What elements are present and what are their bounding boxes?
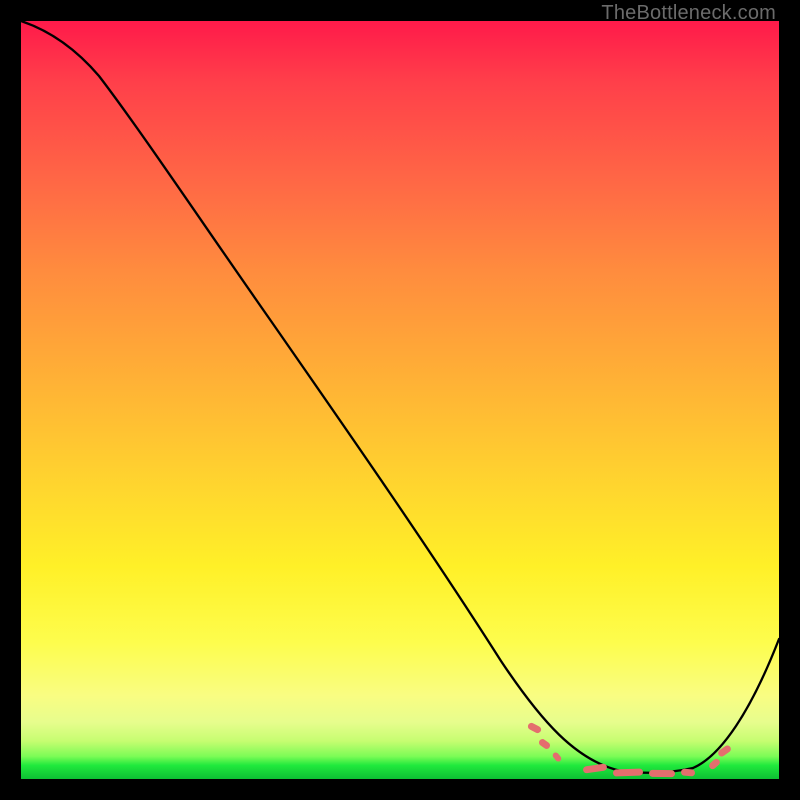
- chart-frame: TheBottleneck.com: [0, 0, 800, 800]
- plot-area: [21, 21, 779, 779]
- dotted-marker: [649, 770, 675, 777]
- watermark-text: TheBottleneck.com: [601, 2, 776, 25]
- dotted-marker: [613, 768, 643, 776]
- dotted-marker: [681, 768, 696, 776]
- bottleneck-curve: [21, 21, 779, 779]
